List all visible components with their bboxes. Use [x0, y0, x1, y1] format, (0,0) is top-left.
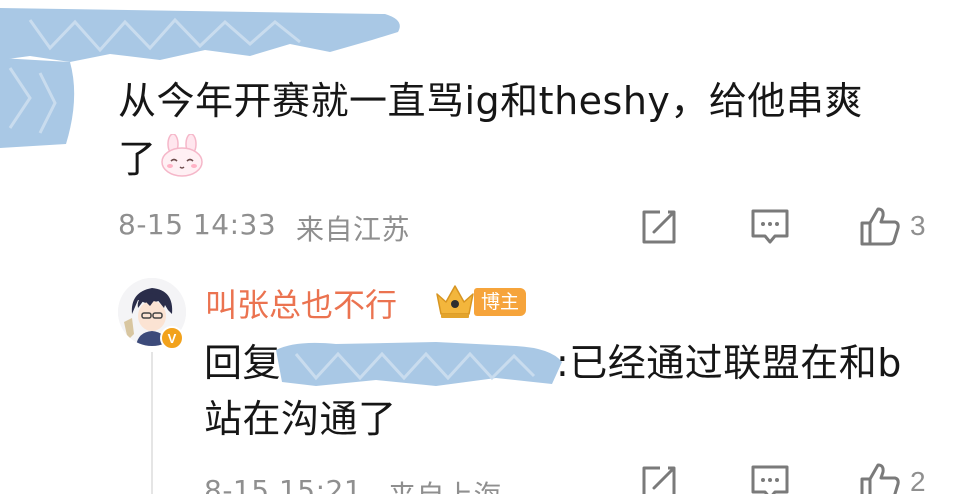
reply-text-line2: 站在沟通了	[204, 397, 397, 441]
comment-date: 8-15 14:33	[118, 208, 277, 241]
thread-line	[151, 352, 153, 494]
reply-forward-button[interactable]	[638, 462, 680, 494]
comment-text-line2: 了	[118, 137, 157, 181]
blogger-badge: 博主	[474, 288, 527, 316]
crown-icon	[433, 282, 477, 324]
forward-button[interactable]	[638, 206, 680, 248]
redacted-avatar-top-left	[0, 58, 80, 148]
comment-button[interactable]	[748, 206, 792, 248]
comment-bubble-icon	[751, 465, 789, 494]
reply-comment-button[interactable]	[748, 462, 792, 494]
reply-username[interactable]: 叫张总也不行	[205, 280, 397, 326]
reply-location: 来自上海	[388, 474, 502, 494]
thumbs-up-icon	[860, 207, 900, 246]
comment-text-line1: 从今年开赛就一直骂ig和theshy，给他串爽	[118, 79, 863, 123]
like-button[interactable]: 3	[858, 204, 926, 248]
verified-v-icon: V	[160, 326, 184, 350]
redacted-reply-target	[276, 334, 566, 394]
reply-like-button[interactable]: 2	[858, 460, 926, 494]
share-square-icon	[642, 210, 676, 244]
comment-bubble-icon	[751, 209, 789, 244]
reply-text-line1: :已经通过联盟在和b	[556, 341, 902, 385]
share-square-icon	[642, 466, 676, 494]
reply-like-count: 2	[910, 466, 926, 494]
reply-prefix: 回复	[204, 341, 282, 385]
reply-date: 8-15 15:21	[204, 474, 363, 494]
comment-location: 来自江苏	[296, 213, 411, 246]
thumbs-up-icon	[860, 463, 900, 494]
rabbit-face-emoji-icon	[158, 133, 206, 182]
like-count: 3	[910, 210, 926, 241]
redacted-username-top	[0, 0, 420, 80]
